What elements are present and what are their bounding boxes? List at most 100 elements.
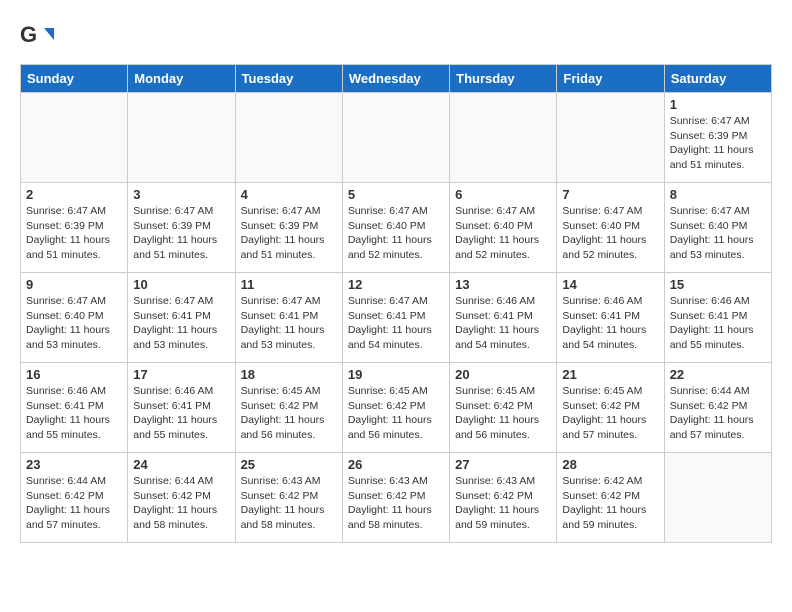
day-number: 6 [455,187,551,202]
page-header: G [20,20,772,54]
day-number: 28 [562,457,658,472]
day-info: Sunrise: 6:44 AM Sunset: 6:42 PM Dayligh… [26,474,122,533]
calendar-table: SundayMondayTuesdayWednesdayThursdayFrid… [20,64,772,543]
day-cell-16: 16 Sunrise: 6:46 AM Sunset: 6:41 PM Dayli… [21,363,128,453]
day-number: 21 [562,367,658,382]
day-number: 5 [348,187,444,202]
day-number: 7 [562,187,658,202]
day-info: Sunrise: 6:47 AM Sunset: 6:39 PM Dayligh… [670,114,766,173]
week-row-0: 1 Sunrise: 6:47 AM Sunset: 6:39 PM Daylig… [21,93,772,183]
day-info: Sunrise: 6:43 AM Sunset: 6:42 PM Dayligh… [348,474,444,533]
week-row-1: 2 Sunrise: 6:47 AM Sunset: 6:39 PM Daylig… [21,183,772,273]
day-number: 11 [241,277,337,292]
day-cell-18: 18 Sunrise: 6:45 AM Sunset: 6:42 PM Dayli… [235,363,342,453]
day-cell-1: 1 Sunrise: 6:47 AM Sunset: 6:39 PM Daylig… [664,93,771,183]
day-cell-21: 21 Sunrise: 6:45 AM Sunset: 6:42 PM Dayli… [557,363,664,453]
svg-text:G: G [20,22,37,47]
day-info: Sunrise: 6:43 AM Sunset: 6:42 PM Dayligh… [455,474,551,533]
day-info: Sunrise: 6:47 AM Sunset: 6:39 PM Dayligh… [133,204,229,263]
empty-cell [235,93,342,183]
empty-cell [21,93,128,183]
day-info: Sunrise: 6:47 AM Sunset: 6:39 PM Dayligh… [26,204,122,263]
day-info: Sunrise: 6:45 AM Sunset: 6:42 PM Dayligh… [562,384,658,443]
header-sunday: Sunday [21,65,128,93]
week-row-3: 16 Sunrise: 6:46 AM Sunset: 6:41 PM Dayli… [21,363,772,453]
day-number: 25 [241,457,337,472]
day-cell-17: 17Sunrise: 6:46 AM Sunset: 6:41 PM Dayli… [128,363,235,453]
day-number: 24 [133,457,229,472]
day-cell-2: 2 Sunrise: 6:47 AM Sunset: 6:39 PM Daylig… [21,183,128,273]
day-cell-7: 7 Sunrise: 6:47 AM Sunset: 6:40 PM Daylig… [557,183,664,273]
day-info: Sunrise: 6:46 AM Sunset: 6:41 PM Dayligh… [26,384,122,443]
day-number: 27 [455,457,551,472]
day-number: 2 [26,187,122,202]
day-cell-14: 14 Sunrise: 6:46 AM Sunset: 6:41 PM Dayli… [557,273,664,363]
day-cell-19: 19 Sunrise: 6:45 AM Sunset: 6:42 PM Dayli… [342,363,449,453]
empty-cell [664,453,771,543]
day-info: Sunrise: 6:47 AM Sunset: 6:40 PM Dayligh… [348,204,444,263]
day-info: Sunrise: 6:47 AM Sunset: 6:40 PM Dayligh… [670,204,766,263]
day-number: 13 [455,277,551,292]
day-number: 14 [562,277,658,292]
day-cell-20: 20 Sunrise: 6:45 AM Sunset: 6:42 PM Dayli… [450,363,557,453]
day-number: 9 [26,277,122,292]
day-info: Sunrise: 6:47 AM Sunset: 6:40 PM Dayligh… [455,204,551,263]
day-info: Sunrise: 6:46 AM Sunset: 6:41 PM Dayligh… [455,294,551,353]
day-cell-3: 3 Sunrise: 6:47 AM Sunset: 6:39 PM Daylig… [128,183,235,273]
day-cell-28: 28Sunrise: 6:42 AM Sunset: 6:42 PM Dayli… [557,453,664,543]
week-row-4: 23 Sunrise: 6:44 AM Sunset: 6:42 PM Dayli… [21,453,772,543]
day-info: Sunrise: 6:44 AM Sunset: 6:42 PM Dayligh… [670,384,766,443]
day-cell-25: 25Sunrise: 6:43 AM Sunset: 6:42 PM Dayli… [235,453,342,543]
day-cell-9: 9 Sunrise: 6:47 AM Sunset: 6:40 PM Daylig… [21,273,128,363]
day-info: Sunrise: 6:45 AM Sunset: 6:42 PM Dayligh… [241,384,337,443]
header-wednesday: Wednesday [342,65,449,93]
day-number: 15 [670,277,766,292]
day-number: 20 [455,367,551,382]
empty-cell [450,93,557,183]
day-cell-10: 10 Sunrise: 6:47 AM Sunset: 6:41 PM Dayli… [128,273,235,363]
header-monday: Monday [128,65,235,93]
empty-cell [557,93,664,183]
empty-cell [342,93,449,183]
day-info: Sunrise: 6:47 AM Sunset: 6:40 PM Dayligh… [26,294,122,353]
day-cell-8: 8 Sunrise: 6:47 AM Sunset: 6:40 PM Daylig… [664,183,771,273]
week-row-2: 9 Sunrise: 6:47 AM Sunset: 6:40 PM Daylig… [21,273,772,363]
header-thursday: Thursday [450,65,557,93]
day-info: Sunrise: 6:47 AM Sunset: 6:40 PM Dayligh… [562,204,658,263]
day-cell-22: 22 Sunrise: 6:44 AM Sunset: 6:42 PM Dayli… [664,363,771,453]
day-cell-15: 15 Sunrise: 6:46 AM Sunset: 6:41 PM Dayli… [664,273,771,363]
day-number: 8 [670,187,766,202]
day-number: 1 [670,97,766,112]
day-number: 16 [26,367,122,382]
day-cell-5: 5 Sunrise: 6:47 AM Sunset: 6:40 PM Daylig… [342,183,449,273]
day-cell-12: 12 Sunrise: 6:47 AM Sunset: 6:41 PM Dayli… [342,273,449,363]
header-friday: Friday [557,65,664,93]
calendar-header-row: SundayMondayTuesdayWednesdayThursdayFrid… [21,65,772,93]
day-number: 18 [241,367,337,382]
day-info: Sunrise: 6:46 AM Sunset: 6:41 PM Dayligh… [562,294,658,353]
day-cell-6: 6 Sunrise: 6:47 AM Sunset: 6:40 PM Daylig… [450,183,557,273]
day-number: 4 [241,187,337,202]
logo-icon: G [20,20,54,54]
day-number: 17 [133,367,229,382]
day-number: 19 [348,367,444,382]
day-number: 22 [670,367,766,382]
day-cell-26: 26 Sunrise: 6:43 AM Sunset: 6:42 PM Dayli… [342,453,449,543]
logo: G [20,20,58,54]
day-cell-13: 13 Sunrise: 6:46 AM Sunset: 6:41 PM Dayli… [450,273,557,363]
day-info: Sunrise: 6:45 AM Sunset: 6:42 PM Dayligh… [455,384,551,443]
day-number: 10 [133,277,229,292]
day-info: Sunrise: 6:45 AM Sunset: 6:42 PM Dayligh… [348,384,444,443]
header-tuesday: Tuesday [235,65,342,93]
day-cell-4: 4 Sunrise: 6:47 AM Sunset: 6:39 PM Daylig… [235,183,342,273]
day-info: Sunrise: 6:47 AM Sunset: 6:41 PM Dayligh… [348,294,444,353]
day-number: 3 [133,187,229,202]
day-info: Sunrise: 6:47 AM Sunset: 6:39 PM Dayligh… [241,204,337,263]
day-number: 23 [26,457,122,472]
day-info: Sunrise: 6:46 AM Sunset: 6:41 PM Dayligh… [670,294,766,353]
day-info: Sunrise: 6:44 AM Sunset: 6:42 PM Dayligh… [133,474,229,533]
day-info: Sunrise: 6:47 AM Sunset: 6:41 PM Dayligh… [133,294,229,353]
day-cell-11: 11Sunrise: 6:47 AM Sunset: 6:41 PM Dayli… [235,273,342,363]
day-number: 26 [348,457,444,472]
day-number: 12 [348,277,444,292]
